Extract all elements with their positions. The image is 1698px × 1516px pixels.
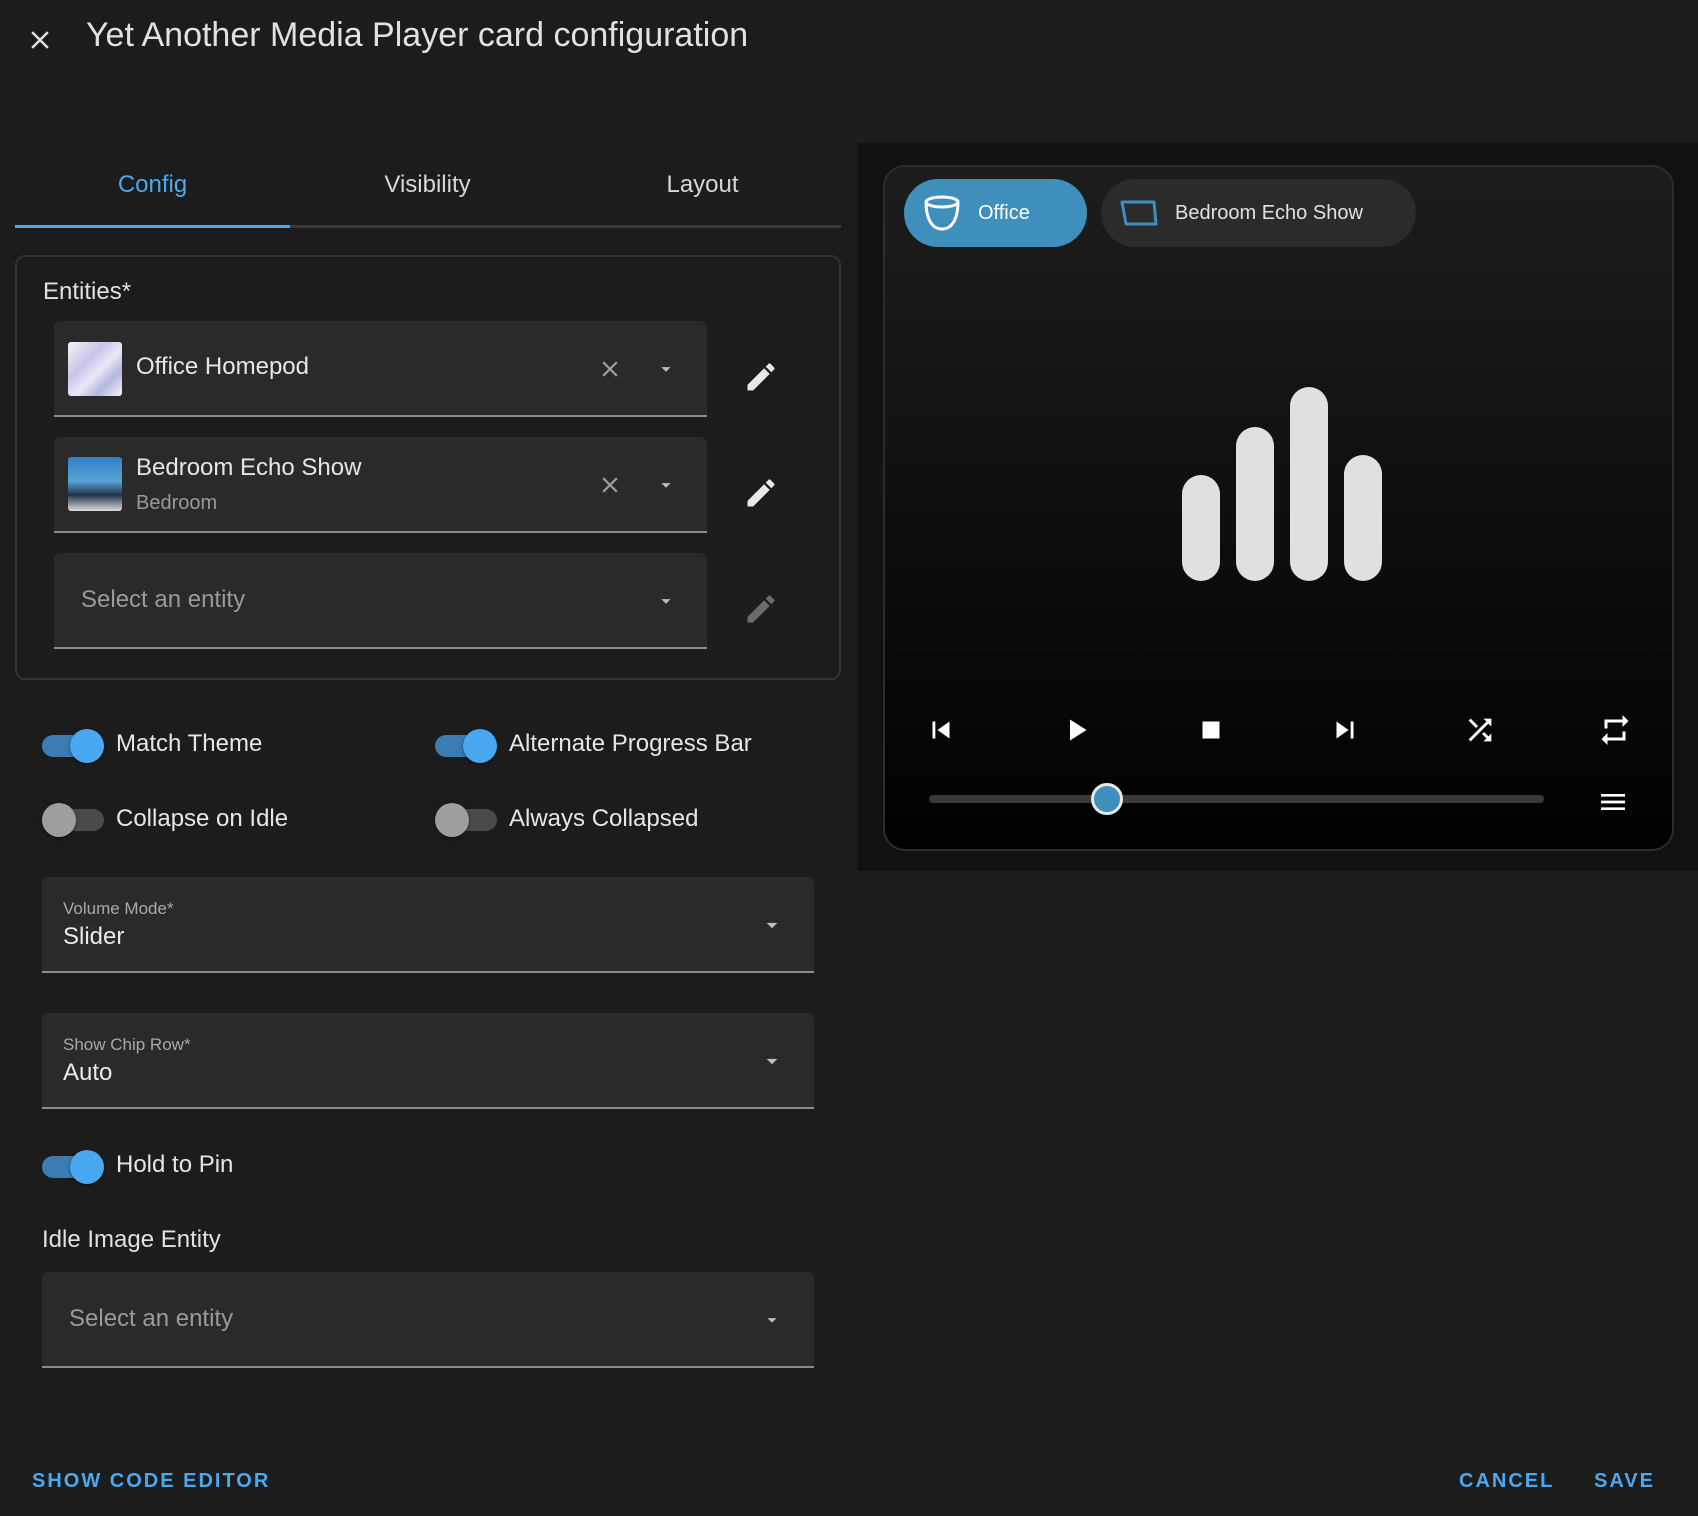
entity-thumbnail: [68, 342, 122, 396]
hold-to-pin-toggle[interactable]: [42, 1148, 104, 1184]
entity-name: Bedroom Echo Show: [136, 454, 362, 481]
tab-layout[interactable]: Layout: [565, 144, 840, 225]
entities-label: Entities*: [43, 278, 132, 305]
always-collapsed-toggle[interactable]: [435, 801, 497, 837]
close-button[interactable]: [18, 18, 62, 62]
stop-button[interactable]: [1187, 706, 1235, 754]
volume-mode-label: Volume Mode*: [63, 899, 174, 918]
shuffle-icon: [1468, 718, 1492, 742]
entity-thumbnail: [68, 457, 122, 511]
clear-entity-button[interactable]: [594, 469, 626, 501]
chevron-down-icon: [766, 1058, 778, 1065]
dropdown-caret[interactable]: [650, 585, 682, 617]
chevron-down-icon: [661, 483, 671, 488]
volume-mode-value: Slider: [63, 923, 125, 950]
show-code-editor-button[interactable]: SHOW CODE EDITOR: [32, 1470, 270, 1493]
entity-picker-office-homepod[interactable]: Office Homepod: [54, 321, 707, 417]
pencil-icon: [747, 595, 775, 623]
clear-icon: [602, 361, 618, 377]
alternate-progress-bar-toggle[interactable]: [435, 727, 497, 763]
idle-image-entity-label: Idle Image Entity: [42, 1226, 221, 1253]
entity-placeholder: Select an entity: [81, 586, 246, 613]
chevron-down-icon: [661, 367, 671, 372]
match-theme-toggle[interactable]: [42, 727, 104, 763]
idle-image-placeholder: Select an entity: [69, 1305, 234, 1332]
play-button[interactable]: [1052, 706, 1100, 754]
equalizer-bars-icon: [1180, 385, 1386, 581]
chip-label: Office: [978, 201, 1030, 224]
tab-bar: Config Visibility Layout: [15, 144, 841, 228]
chip-bedroom-echo-show[interactable]: Bedroom Echo Show: [1101, 179, 1416, 247]
show-chip-row-select[interactable]: Show Chip Row* Auto: [42, 1013, 814, 1109]
entity-picker-bedroom-echo-show[interactable]: Bedroom Echo Show Bedroom: [54, 437, 707, 533]
tab-config[interactable]: Config: [15, 144, 290, 228]
match-theme-label: Match Theme: [116, 730, 263, 757]
always-collapsed-label: Always Collapsed: [509, 805, 699, 832]
volume-slider-track[interactable]: [929, 795, 1544, 803]
close-icon: [31, 31, 49, 49]
cancel-button[interactable]: CANCEL: [1459, 1470, 1554, 1493]
edit-entity-button[interactable]: [739, 471, 783, 515]
hold-to-pin-label: Hold to Pin: [116, 1151, 234, 1178]
tab-visibility[interactable]: Visibility: [290, 144, 565, 225]
play-icon: [1070, 719, 1087, 741]
dropdown-caret: [756, 909, 788, 941]
clear-entity-button[interactable]: [594, 353, 626, 385]
show-chip-row-label: Show Chip Row*: [63, 1035, 191, 1054]
repeat-button[interactable]: [1591, 706, 1639, 754]
repeat-icon: [1601, 715, 1629, 745]
echo-show-icon: [1117, 191, 1161, 235]
dropdown-caret: [756, 1304, 788, 1336]
entity-name: Office Homepod: [136, 353, 309, 380]
chip-office[interactable]: Office: [904, 179, 1087, 247]
skip-previous-icon: [932, 721, 950, 739]
dropdown-caret[interactable]: [650, 469, 682, 501]
stop-icon: [1202, 721, 1220, 739]
collapse-on-idle-label: Collapse on Idle: [116, 805, 289, 832]
idle-image-entity-picker[interactable]: Select an entity: [42, 1272, 814, 1368]
chevron-down-icon: [661, 599, 671, 604]
entity-area: Bedroom: [136, 492, 218, 514]
skip-next-button[interactable]: [1321, 706, 1369, 754]
clear-icon: [602, 477, 618, 493]
skip-previous-button[interactable]: [917, 706, 965, 754]
pencil-icon: [747, 479, 775, 507]
edit-entity-button-disabled: [739, 587, 783, 631]
dialog-title: Yet Another Media Player card configurat…: [86, 16, 749, 54]
dropdown-caret[interactable]: [650, 353, 682, 385]
volume-mode-select[interactable]: Volume Mode* Slider: [42, 877, 814, 973]
entity-picker-empty[interactable]: Select an entity: [54, 553, 707, 649]
menu-icon: [1601, 794, 1625, 810]
shuffle-button[interactable]: [1456, 706, 1504, 754]
save-button[interactable]: SAVE: [1594, 1470, 1655, 1493]
edit-entity-button[interactable]: [739, 355, 783, 399]
show-chip-row-value: Auto: [63, 1059, 113, 1086]
dropdown-caret: [756, 1045, 788, 1077]
homepod-icon: [920, 191, 964, 235]
pencil-icon: [747, 363, 775, 391]
collapse-on-idle-toggle[interactable]: [42, 801, 104, 837]
chip-label: Bedroom Echo Show: [1175, 201, 1363, 224]
chevron-down-icon: [766, 922, 778, 929]
menu-button[interactable]: [1589, 778, 1637, 826]
alternate-progress-bar-label: Alternate Progress Bar: [509, 730, 752, 757]
chevron-down-icon: [767, 1318, 777, 1323]
skip-next-icon: [1336, 721, 1354, 739]
